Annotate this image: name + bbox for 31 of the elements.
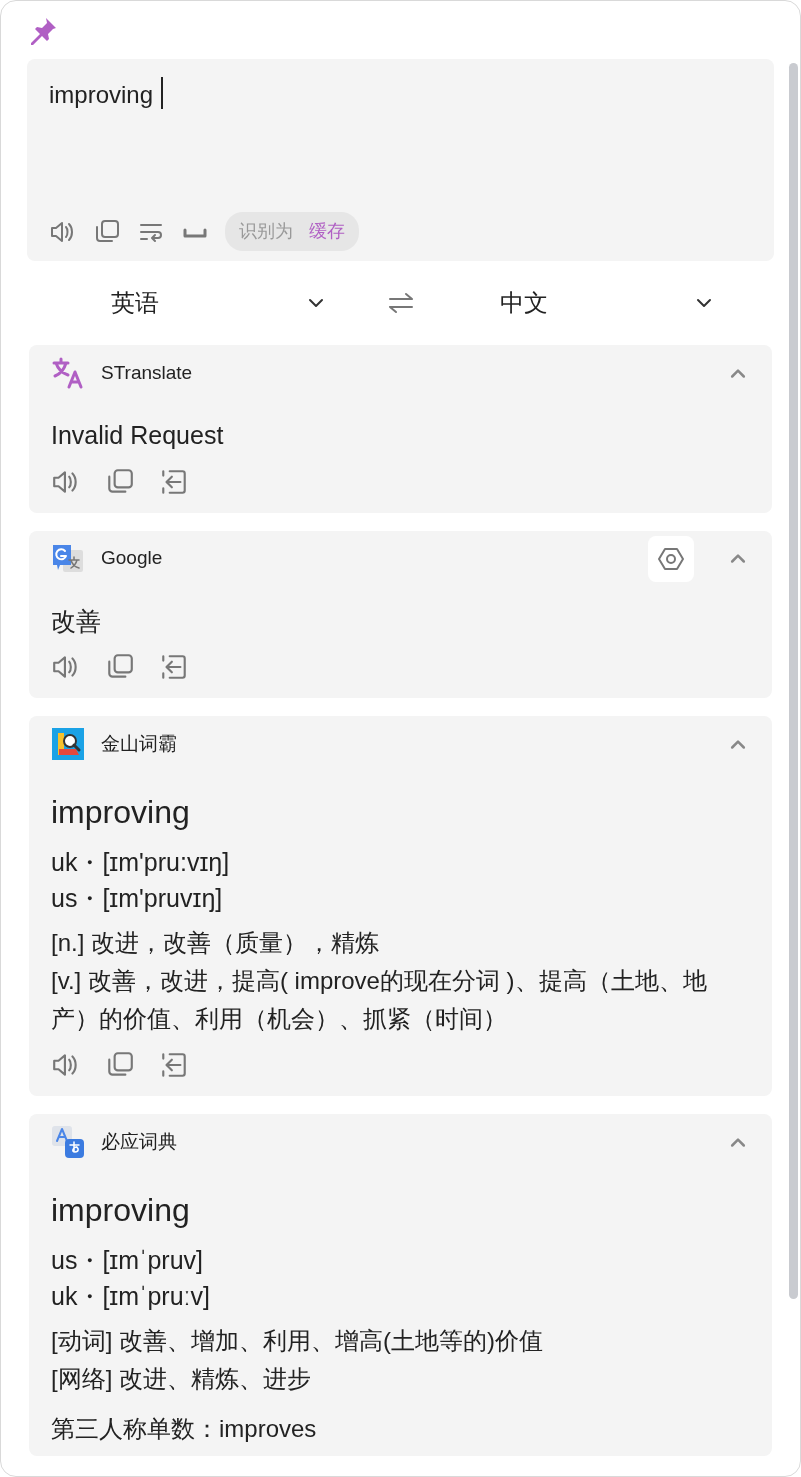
headword: improving — [51, 1191, 191, 1230]
result-text: 改善 — [51, 605, 102, 637]
settings-button[interactable] — [648, 535, 694, 582]
insert-icon[interactable] — [159, 652, 189, 682]
text-input[interactable]: improving 识别为 缓存 — [27, 59, 774, 261]
target-language-select[interactable]: 中文 — [415, 285, 774, 321]
insert-icon[interactable] — [159, 1050, 189, 1080]
word-forms: 第三人称单数：improves — [51, 1414, 318, 1444]
service-name: 必应词典 — [101, 1129, 178, 1154]
headword: improving — [51, 793, 191, 832]
text-cursor — [161, 77, 163, 109]
phonetic: uk・[ɪmˈpruːv] — [51, 1281, 211, 1312]
phonetic: uk・[ɪm'pru:vɪŋ] — [51, 847, 231, 878]
service-name: 金山词霸 — [101, 731, 178, 756]
input-text: improving — [49, 80, 154, 110]
detected-label: 识别为 — [239, 220, 293, 243]
scrollbar[interactable] — [789, 63, 798, 1299]
definition: [v.] 改善，改进，提高( improve的现在分词 )、提高（土地、地产）的价值、利用（机会）、抓紧（时间） — [51, 966, 708, 1034]
phonetic: us・[ɪmˈpruv] — [51, 1245, 204, 1276]
dictionary-icon — [51, 1125, 85, 1159]
definition: [n.] 改进，改善（质量），精炼 — [51, 928, 381, 958]
dictionary-icon — [51, 727, 85, 761]
service-name: STranslate — [101, 360, 194, 385]
result-text: Invalid Request — [51, 420, 225, 451]
phonetic: us・[ɪm'pruvɪŋ] — [51, 883, 224, 914]
service-name: Google — [101, 546, 164, 571]
definition: [动词] 改善、增加、利用、增高(土地等的)价值 — [51, 1326, 544, 1356]
detected-value: 缓存 — [309, 220, 345, 243]
source-language-select[interactable]: 英语 — [27, 285, 386, 321]
definition: [网络] 改进、精炼、进步 — [51, 1364, 312, 1394]
translate-icon — [51, 356, 85, 390]
